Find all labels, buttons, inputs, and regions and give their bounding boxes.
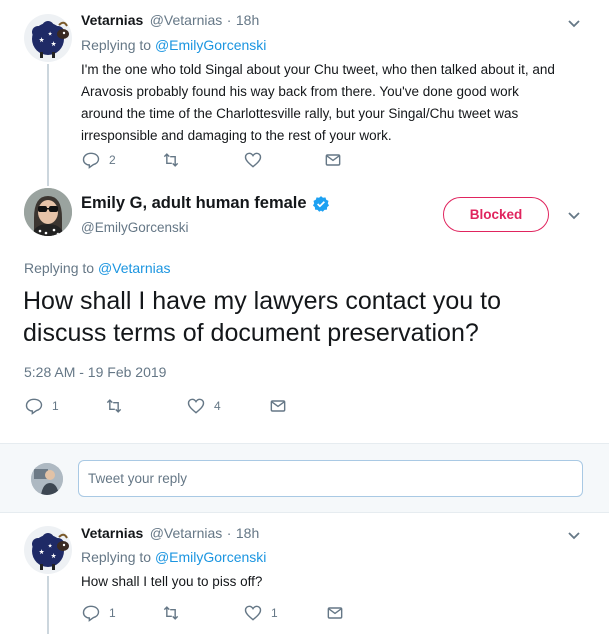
retweet-icon <box>163 606 179 620</box>
current-user-avatar[interactable] <box>31 463 63 495</box>
tweet-timestamp[interactable]: 5:28 AM - 19 Feb 2019 <box>24 364 166 380</box>
author-handle[interactable]: @EmilyGorcenski <box>81 220 188 235</box>
tweet-text: I'm the one who told Singal about your C… <box>81 59 601 147</box>
tweet-text-line: discuss terms of document preservation? <box>23 319 479 347</box>
reply-input-placeholder: Tweet your reply <box>88 471 188 486</box>
author-handle[interactable]: @Vetarnias <box>150 12 223 28</box>
like-button[interactable]: 4 <box>186 396 268 416</box>
reply-button[interactable]: 2 <box>81 150 161 170</box>
author-name[interactable]: Vetarnias <box>81 12 143 28</box>
replying-to: Replying to @Vetarnias <box>24 260 171 276</box>
chevron-down-icon[interactable] <box>567 211 581 221</box>
replying-to: Replying to @EmilyGorcenski <box>81 37 266 53</box>
reply-composer: Tweet your reply <box>0 444 609 512</box>
replying-to-handle[interactable]: @Vetarnias <box>98 260 171 276</box>
thread-line <box>47 64 49 186</box>
direct-message-button[interactable] <box>325 603 345 623</box>
retweet-icon <box>106 399 122 413</box>
dot-separator: · <box>226 525 232 541</box>
replying-to: Replying to @EmilyGorcenski <box>81 549 266 565</box>
sheep-icon <box>32 21 69 58</box>
tweet-header: Vetarnias @Vetarnias · 18h <box>81 525 259 543</box>
replying-to-handle[interactable]: @EmilyGorcenski <box>155 37 266 53</box>
reply-icon <box>82 152 100 169</box>
reply-count: 1 <box>52 399 59 413</box>
avatar-emily[interactable] <box>24 188 72 236</box>
reply-count: 2 <box>109 153 116 167</box>
direct-message-button[interactable] <box>323 150 343 170</box>
tweet-text-line: around the time of the Charlottesville r… <box>81 106 519 121</box>
tweet-text: How shall I tell you to piss off? <box>81 574 263 589</box>
direct-message-button[interactable] <box>268 396 288 416</box>
verified-badge-icon <box>312 195 329 212</box>
user-photo-icon <box>24 188 72 236</box>
heart-icon <box>244 152 262 168</box>
chevron-down-icon[interactable] <box>567 19 581 29</box>
tweet-time[interactable]: 18h <box>236 525 259 541</box>
like-count: 4 <box>214 399 221 413</box>
chevron-down-icon[interactable] <box>567 531 581 541</box>
replying-to-handle[interactable]: @EmilyGorcenski <box>155 549 266 565</box>
tweet-text-line: Aravosis probably found his way back fro… <box>81 84 519 99</box>
avatar-vetarnias[interactable] <box>24 526 72 574</box>
tweet-actions: 1 4 <box>24 396 288 416</box>
envelope-icon <box>327 607 343 619</box>
heart-icon <box>187 398 205 414</box>
retweet-icon <box>163 153 179 167</box>
tweet-text-line: I'm the one who told Singal about your C… <box>81 62 555 77</box>
focused-header: Emily G, adult human female <box>81 194 330 213</box>
avatar-vetarnias[interactable] <box>24 14 72 62</box>
tweet-actions: 2 <box>81 150 343 170</box>
reply-input[interactable]: Tweet your reply <box>78 460 583 497</box>
divider <box>0 512 609 513</box>
envelope-icon <box>270 400 286 412</box>
author-name[interactable]: Vetarnias <box>81 525 143 541</box>
tweet-text-line: irresponsible and damaging to the rest o… <box>81 128 392 143</box>
reply-button[interactable]: 1 <box>24 396 104 416</box>
blocked-button[interactable]: Blocked <box>443 197 549 232</box>
heart-icon <box>244 605 262 621</box>
reply-icon <box>82 605 100 622</box>
replying-prefix: Replying to <box>24 260 95 276</box>
user-avatar-icon <box>31 463 63 495</box>
replying-prefix: Replying to <box>81 549 152 565</box>
like-button[interactable]: 1 <box>243 603 325 623</box>
like-count: 1 <box>271 606 278 620</box>
envelope-icon <box>325 154 341 166</box>
tweet-time[interactable]: 18h <box>236 12 259 28</box>
tweet-actions: 1 1 <box>81 603 345 623</box>
tweet-text-line: How shall I have my lawyers contact you … <box>23 287 501 315</box>
retweet-button[interactable] <box>161 603 243 623</box>
replying-prefix: Replying to <box>81 37 152 53</box>
focused-tweet-text: How shall I have my lawyers contact you … <box>23 285 501 349</box>
retweet-button[interactable] <box>104 396 186 416</box>
sheep-icon <box>32 533 69 570</box>
reply-count: 1 <box>109 606 116 620</box>
like-button[interactable] <box>243 150 323 170</box>
blocked-label: Blocked <box>469 207 523 222</box>
reply-button[interactable]: 1 <box>81 603 161 623</box>
author-handle[interactable]: @Vetarnias <box>150 525 223 541</box>
dot-separator: · <box>226 12 232 28</box>
retweet-button[interactable] <box>161 150 243 170</box>
author-name[interactable]: Emily G, adult human female <box>81 194 307 213</box>
tweet-header: Vetarnias @Vetarnias · 18h <box>81 12 259 30</box>
reply-icon <box>25 398 43 415</box>
thread-line <box>47 576 49 634</box>
